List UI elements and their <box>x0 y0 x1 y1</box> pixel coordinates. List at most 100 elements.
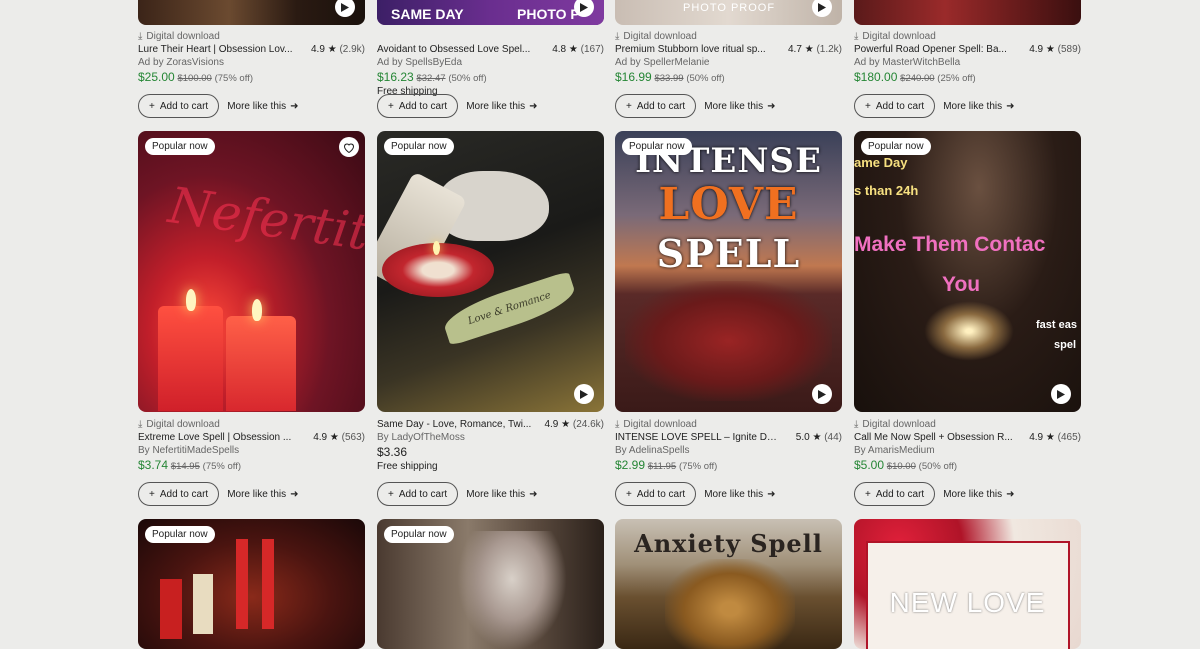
listing-image[interactable]: INTENSE LOVE SPELL Popular now <box>615 131 842 412</box>
plus-icon: + <box>149 488 155 500</box>
listing-image-art <box>138 0 365 25</box>
star-icon: ★ <box>1045 44 1055 55</box>
popular-now-badge: Popular now <box>145 526 215 543</box>
listing-info: ⤓ Digital download Premium Stubborn love … <box>615 30 842 85</box>
image-overlay-text: PHOTO PROOF <box>683 2 776 14</box>
listing-image-art <box>854 0 1081 25</box>
shop-name[interactable]: Ad by MasterWitchBella <box>854 56 1081 69</box>
listing-price: $180.00 $240.00 (25% off) <box>854 70 976 85</box>
listing-actions: + Add to cart More like this ➜ <box>138 482 299 506</box>
listing-info: . Avoidant to Obsessed Love Spel...4.8 ★… <box>377 30 604 98</box>
shop-name[interactable]: By AdelinaSpells <box>615 444 842 457</box>
arrow-right-icon: ➜ <box>767 488 776 500</box>
listing-info: ⤓ Digital download Call Me Now Spell + Ob… <box>854 418 1081 473</box>
candle-shape <box>158 306 223 411</box>
more-like-this-link[interactable]: More like this ➜ <box>466 489 537 500</box>
plus-icon: + <box>626 100 632 112</box>
more-like-this-link[interactable]: More like this ➜ <box>227 489 298 500</box>
add-to-cart-button[interactable]: + Add to cart <box>377 94 459 118</box>
more-like-this-link[interactable]: More like this ➜ <box>466 101 537 112</box>
arrow-right-icon: ➜ <box>529 100 538 112</box>
digital-download-label: ⤓ Digital download <box>615 419 697 430</box>
listing-image[interactable] <box>138 0 365 25</box>
image-overlay-text: Make Them Contac <box>854 233 1046 256</box>
listing-title[interactable]: Call Me Now Spell + Obsession R... <box>854 431 1013 444</box>
popular-now-badge: Popular now <box>145 138 215 155</box>
download-icon: ⤓ <box>854 31 859 42</box>
listing-info: ⤓ Digital download Powerful Road Opener S… <box>854 30 1081 85</box>
play-video-button[interactable] <box>812 384 832 404</box>
listing-rating: 4.7 ★ (1.2k) <box>788 44 842 55</box>
image-title-line: SPELL <box>656 231 801 276</box>
more-like-this-link[interactable]: More like this ➜ <box>227 101 298 112</box>
image-overlay-text: spel <box>1054 339 1077 351</box>
listing-rating: 4.8 ★ (167) <box>552 44 604 55</box>
play-icon <box>580 389 588 399</box>
more-like-this-link[interactable]: More like this ➜ <box>704 101 775 112</box>
listing-info: ⤓ Digital download INTENSE LOVE SPELL – I… <box>615 418 842 473</box>
more-like-this-link[interactable]: More like this ➜ <box>943 489 1014 500</box>
add-to-cart-button[interactable]: + Add to cart <box>138 94 220 118</box>
image-overlay-text: s than 24h <box>854 183 919 198</box>
shop-name[interactable]: By NefertitiMadeSpells <box>138 444 365 457</box>
popular-now-badge: Popular now <box>861 138 931 155</box>
download-icon: ⤓ <box>138 419 143 430</box>
listing-image[interactable]: ame Day s than 24h Make Them Contac You … <box>854 131 1081 412</box>
flame-shape <box>252 299 262 321</box>
arrow-right-icon: ➜ <box>1006 100 1015 112</box>
candle-shape <box>236 539 248 629</box>
listing-title[interactable]: Extreme Love Spell | Obsession ... <box>138 431 291 444</box>
listing-title[interactable]: INTENSE LOVE SPELL – Ignite De... <box>615 431 780 444</box>
listing-title[interactable]: Premium Stubborn love ritual sp... <box>615 43 766 56</box>
listing-image[interactable]: SAME DAY PHOTO P <box>377 0 604 25</box>
add-to-cart-button[interactable]: + Add to cart <box>615 482 697 506</box>
more-like-this-link[interactable]: More like this ➜ <box>704 489 775 500</box>
shop-name[interactable]: By AmarisMedium <box>854 444 1081 457</box>
image-title: Anxiety Spell <box>634 529 823 558</box>
digital-download-label: ⤓ Digital download <box>854 31 936 42</box>
listing-image[interactable]: PHOTO PROOF <box>615 0 842 25</box>
star-icon: ★ <box>804 44 814 55</box>
add-to-cart-button[interactable]: + Add to cart <box>854 482 936 506</box>
digital-download-label: ⤓ Digital download <box>138 419 220 430</box>
play-icon <box>818 389 826 399</box>
play-video-button[interactable] <box>574 384 594 404</box>
candle-shape <box>160 579 182 639</box>
plus-icon: + <box>149 100 155 112</box>
plus-icon: + <box>388 100 394 112</box>
shop-name[interactable]: By LadyOfTheMoss <box>377 431 604 444</box>
more-like-this-link[interactable]: More like this ➜ <box>943 101 1014 112</box>
digital-download-label: ⤓ Digital download <box>138 31 220 42</box>
listing-title[interactable]: Powerful Road Opener Spell: Ba... <box>854 43 1007 56</box>
listing-image[interactable]: Nefertiti Popular now <box>138 131 365 412</box>
candle-glow-shape <box>924 301 1014 361</box>
add-to-cart-button[interactable]: + Add to cart <box>377 482 459 506</box>
add-to-cart-button[interactable]: + Add to cart <box>854 94 936 118</box>
listing-info: ⤓ Digital download Extreme Love Spell | O… <box>138 418 365 473</box>
arrow-right-icon: ➜ <box>529 488 538 500</box>
listing-info: Same Day - Love, Romance, Twi... 4.9 ★ (2… <box>377 418 604 473</box>
image-title: NEW LOVE <box>889 587 1046 618</box>
listing-rating: 4.9 ★ (589) <box>1029 44 1081 55</box>
listing-title[interactable]: Lure Their Heart | Obsession Lov... <box>138 43 293 56</box>
favorite-button[interactable] <box>339 137 359 157</box>
shop-name[interactable]: Ad by SpellerMelanie <box>615 56 842 69</box>
listing-rating: 4.9 ★ (24.6k) <box>544 419 604 430</box>
shop-name[interactable]: Ad by ZorasVisions <box>138 56 365 69</box>
listing-title[interactable]: Avoidant to Obsessed Love Spel... <box>377 43 530 56</box>
listing-image[interactable]: Love & Romance Popular now <box>377 131 604 412</box>
play-video-button[interactable] <box>1051 384 1071 404</box>
star-icon: ★ <box>1045 432 1055 443</box>
add-to-cart-button[interactable]: + Add to cart <box>138 482 220 506</box>
arrow-right-icon: ➜ <box>767 100 776 112</box>
listing-actions: + Add to cart More like this ➜ <box>854 94 1015 118</box>
star-icon: ★ <box>812 432 822 443</box>
listing-price: $16.23 $32.47 (50% off) <box>377 70 487 85</box>
plus-icon: + <box>865 100 871 112</box>
listing-image[interactable] <box>854 0 1081 25</box>
shop-name[interactable]: Ad by SpellsByEda <box>377 56 604 69</box>
listing-info: ⤓ Digital download Lure Their Heart | Obs… <box>138 30 365 85</box>
listing-title[interactable]: Same Day - Love, Romance, Twi... <box>377 418 531 431</box>
add-to-cart-button[interactable]: + Add to cart <box>615 94 697 118</box>
arrow-right-icon: ➜ <box>290 100 299 112</box>
